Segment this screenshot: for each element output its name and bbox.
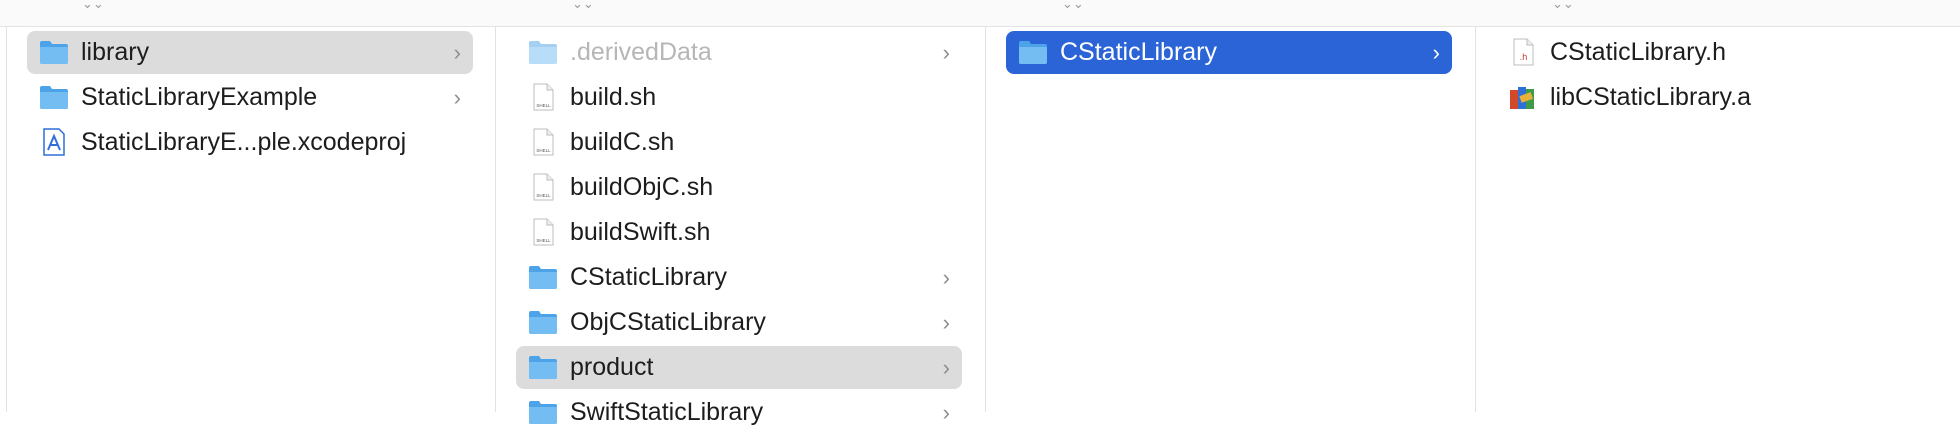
list-item[interactable]: library › (27, 31, 473, 74)
column-resize-stub: ⌄⌄ (1552, 0, 1574, 10)
list-item[interactable]: .derivedData › (516, 31, 962, 74)
list-item[interactable]: product › (516, 346, 962, 389)
item-label: StaticLibraryE...ple.xcodeproj (81, 128, 407, 156)
list-item[interactable]: .h CStaticLibrary.h (1496, 31, 1936, 74)
chevron-right-icon: › (942, 310, 950, 335)
chevron-right-icon: › (942, 355, 950, 380)
list-item[interactable]: CStaticLibrary › (516, 256, 962, 299)
shell-script-icon: SHELL (528, 218, 558, 246)
svg-text:SHELL: SHELL (536, 103, 551, 108)
item-label: CStaticLibrary (570, 263, 727, 291)
chevron-right-icon: › (942, 265, 950, 290)
list-item[interactable]: StaticLibraryE...ple.xcodeproj (27, 121, 473, 164)
column-root[interactable]: library › StaticLibraryExample › StaticLibra… (6, 26, 496, 412)
folder-icon (39, 38, 69, 66)
item-label: StaticLibraryExample (81, 83, 318, 111)
item-label: buildSwift.sh (570, 218, 711, 246)
item-label: buildObjC.sh (570, 173, 714, 201)
item-label: CStaticLibrary (1060, 38, 1217, 66)
item-label: ObjCStaticLibrary (570, 308, 766, 336)
static-library-icon (1508, 83, 1538, 111)
column-library[interactable]: .derivedData › SHELL build.sh SHELL buildC.sh… (496, 26, 986, 426)
list-item[interactable]: ObjCStaticLibrary › (516, 301, 962, 344)
list-item[interactable]: SHELL buildC.sh (516, 121, 962, 164)
chevron-right-icon: › (1432, 40, 1440, 65)
item-label: libCStaticLibrary.a (1550, 83, 1752, 111)
item-label: build.sh (570, 83, 657, 111)
shell-script-icon: SHELL (528, 83, 558, 111)
item-label: CStaticLibrary.h (1550, 38, 1726, 66)
chevron-right-icon: › (942, 400, 950, 425)
list-item[interactable]: SHELL build.sh (516, 76, 962, 119)
list-item[interactable]: StaticLibraryExample › (27, 76, 473, 119)
folder-icon (528, 398, 558, 426)
column-header-strip: ⌄⌄ ⌄⌄ ⌄⌄ ⌄⌄ (0, 0, 1960, 27)
svg-text:SHELL: SHELL (536, 193, 551, 198)
shell-script-icon: SHELL (528, 173, 558, 201)
list-item[interactable]: SHELL buildObjC.sh (516, 166, 962, 209)
chevron-right-icon: › (453, 85, 461, 110)
chevron-right-icon: › (453, 40, 461, 65)
list-item[interactable]: CStaticLibrary › (1006, 31, 1452, 74)
item-label: .derivedData (570, 38, 712, 66)
item-label: buildC.sh (570, 128, 675, 156)
list-item[interactable]: libCStaticLibrary.a (1496, 76, 1936, 119)
folder-icon (528, 353, 558, 381)
shell-script-icon: SHELL (528, 128, 558, 156)
folder-icon (528, 308, 558, 336)
header-file-icon: .h (1508, 38, 1538, 66)
chevron-right-icon: › (942, 40, 950, 65)
item-label: product (570, 353, 654, 381)
svg-text:SHELL: SHELL (536, 238, 551, 243)
list-item[interactable]: SHELL buildSwift.sh (516, 211, 962, 254)
folder-icon (528, 38, 558, 66)
svg-text:.h: .h (1520, 52, 1528, 62)
column-resize-stub: ⌄⌄ (82, 0, 104, 10)
folder-icon (528, 263, 558, 291)
folder-icon (1018, 38, 1048, 66)
item-label: SwiftStaticLibrary (570, 398, 764, 426)
column-cstaticlibrary[interactable]: .h CStaticLibrary.h libCStaticLibrary.a (1476, 26, 1960, 412)
column-resize-stub: ⌄⌄ (572, 0, 594, 10)
column-product[interactable]: CStaticLibrary › (986, 26, 1476, 412)
svg-text:SHELL: SHELL (536, 148, 551, 153)
xcodeproj-icon (39, 128, 69, 156)
column-resize-stub: ⌄⌄ (1062, 0, 1084, 10)
list-item[interactable]: SwiftStaticLibrary › (516, 391, 962, 434)
folder-icon (39, 83, 69, 111)
item-label: library (81, 38, 150, 66)
